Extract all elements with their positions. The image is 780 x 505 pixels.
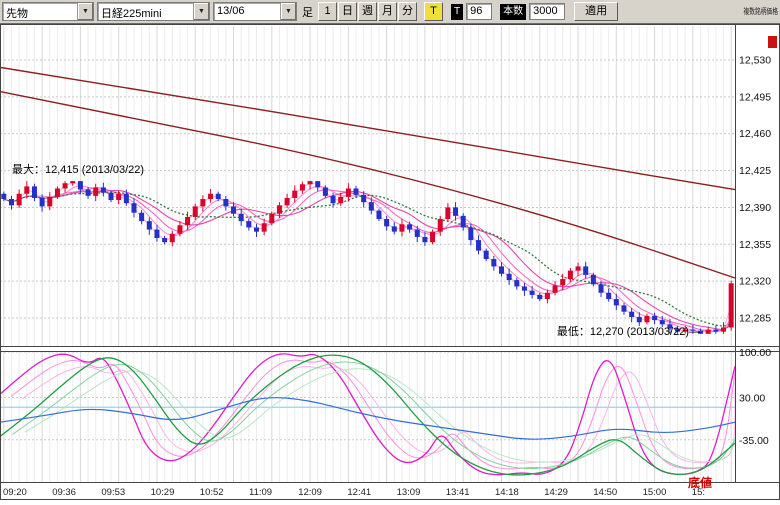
corner-label: 複数銘柄価格 [743,6,778,17]
chevron-down-icon[interactable]: ▼ [77,3,93,20]
svg-text:12,495: 12,495 [739,91,771,103]
svg-text:10:52: 10:52 [200,487,224,498]
svg-text:12,285: 12,285 [739,313,771,325]
svg-text:09:53: 09:53 [101,487,125,498]
toolbar: 先物 ▼ 日経225mini ▼ 13/06 ▼ 足 1日週月分 T T 96 … [0,0,780,24]
bottom-price-flag: 底値 [688,475,712,490]
apply-button[interactable]: 適用 [574,2,618,21]
period-button-4[interactable]: 分 [398,2,417,21]
chevron-down-icon[interactable]: ▼ [280,3,296,20]
chart-svg[interactable]: 12,530 12,495 12,460 12,425 12,390 12,355 12,3… [0,24,780,500]
svg-text:09:36: 09:36 [52,487,76,498]
contract-month-value: 13/06 [214,3,280,20]
svg-text:12,425: 12,425 [739,165,771,177]
svg-text:14:50: 14:50 [593,487,617,498]
svg-text:10:29: 10:29 [151,487,175,498]
period-button-1[interactable]: 日 [338,2,357,21]
red-marker-icon [768,36,777,48]
svg-text:13:09: 13:09 [397,487,421,498]
svg-text:12,460: 12,460 [739,128,771,140]
svg-text:12,390: 12,390 [739,202,771,214]
time-axis-labels: 09:20 09:36 09:53 10:29 10:52 11:09 12:09 12:41… [3,487,705,498]
svg-text:13:41: 13:41 [446,487,470,498]
tick-toggle-button[interactable]: T [424,2,443,21]
instrument-type-value: 先物 [3,3,77,20]
svg-text:15:00: 15:00 [643,487,667,498]
svg-text:12,355: 12,355 [739,239,771,251]
svg-text:30.00: 30.00 [739,393,765,405]
period-button-group: 1日週月分 [318,2,417,21]
svg-text:11:09: 11:09 [249,487,272,498]
bars-count-field[interactable]: 3000 [529,3,565,20]
instrument-type-select[interactable]: 先物 ▼ [2,2,94,21]
chevron-down-icon[interactable]: ▼ [193,3,209,20]
svg-text:12,530: 12,530 [739,55,771,67]
svg-text:100.00: 100.00 [739,347,771,359]
session-high-annotation: 最大：12,415 (2013/03/22) [12,162,144,176]
chart-background [0,24,780,500]
svg-text:-35.00: -35.00 [739,435,769,447]
svg-text:12:09: 12:09 [298,487,322,498]
period-button-3[interactable]: 月 [378,2,397,21]
svg-text:12:41: 12:41 [347,487,371,498]
ashi-label: 足 [300,4,315,20]
session-low-annotation: 最低：12,270 (2013/03/22)― [557,325,700,338]
instrument-name-value: 日経225mini [98,3,193,20]
period-button-2[interactable]: 週 [358,2,377,21]
chart-app: 先物 ▼ 日経225mini ▼ 13/06 ▼ 足 1日週月分 T T 96 … [0,0,780,500]
tick-chip-label: T [451,4,463,20]
svg-text:14:29: 14:29 [544,487,568,498]
svg-text:09:20: 09:20 [3,487,27,498]
contract-month-select[interactable]: 13/06 ▼ [213,2,297,21]
svg-text:12,320: 12,320 [739,276,771,288]
chart-area[interactable]: 12,530 12,495 12,460 12,425 12,390 12,355 12,3… [0,24,780,500]
period-button-0[interactable]: 1 [318,2,337,21]
instrument-name-select[interactable]: 日経225mini ▼ [97,2,210,21]
bars-chip-label: 本数 [500,4,526,20]
tick-count-field[interactable]: 96 [466,3,492,20]
svg-text:14:18: 14:18 [495,487,519,498]
